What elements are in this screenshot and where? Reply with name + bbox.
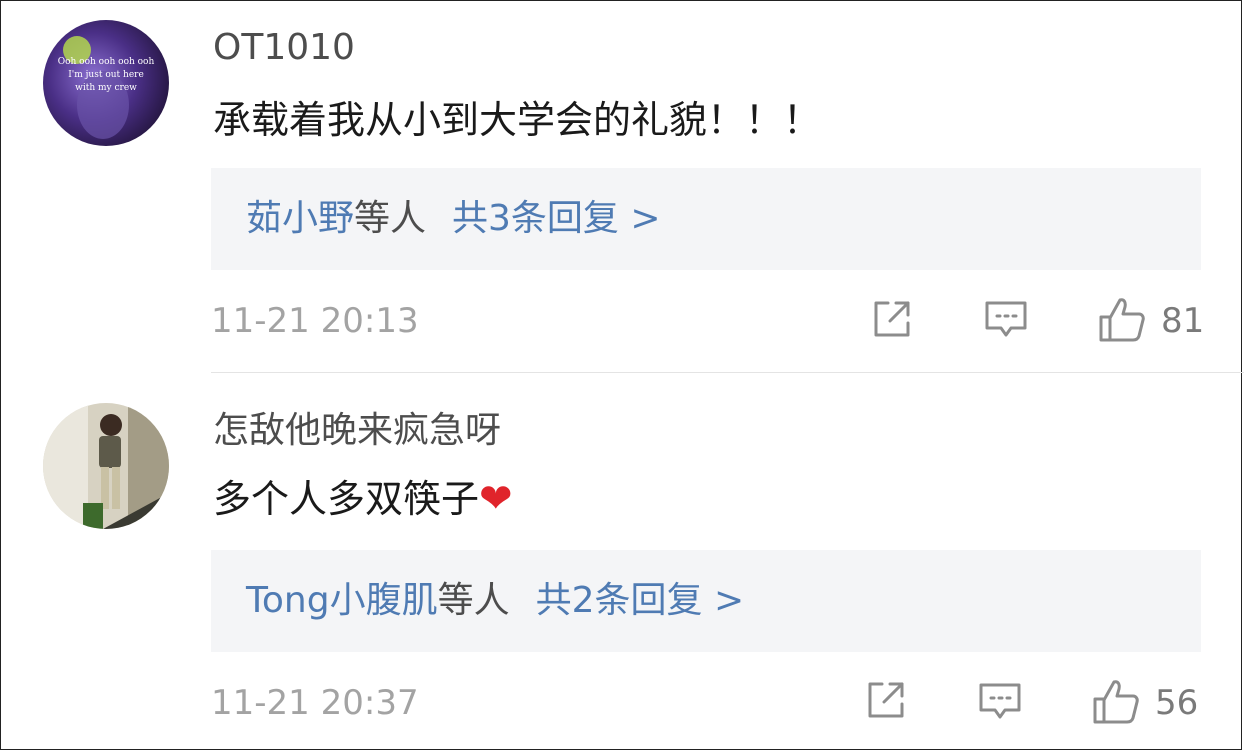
username[interactable]: OT1010 [213,25,355,71]
avatar-caption-line: Ooh ooh ooh ooh ooh [57,57,155,67]
reply-names[interactable]: Tong小腹肌 [246,580,438,621]
reply-suffix: 等人 [437,580,510,621]
comment-icon[interactable] [978,680,1022,724]
comment-icon[interactable] [984,298,1028,342]
comment-item: Ooh ooh ooh ooh ooh I'm just out here wi… [0,0,1244,372]
comment-text-body: 多个人多双筷子 [213,477,480,521]
avatar-caption-line: with my crew [75,83,137,93]
avatar[interactable] [43,403,169,529]
comment-item: 怎敌他晚来疯急呀 多个人多双筷子❤ Tong小腹肌等人 共2条回复 > 11-21… [0,373,1244,752]
username[interactable]: 怎敌他晚来疯急呀 [213,408,501,454]
share-icon[interactable] [871,298,913,340]
reply-count-link[interactable]: 共2条回复 > [536,580,745,621]
comment-text: 承载着我从小到大学会的礼貌！！！ [213,98,822,142]
timestamp: 11-21 20:13 [211,301,419,341]
heart-emoji: ❤ [479,476,513,522]
avatar[interactable]: Ooh ooh ooh ooh ooh I'm just out here wi… [43,20,169,146]
thumbs-up-icon[interactable] [1098,296,1146,344]
timestamp: 11-21 20:37 [211,683,419,723]
like-count: 56 [1155,683,1199,723]
reply-preview[interactable]: Tong小腹肌等人 共2条回复 > [211,550,1201,652]
avatar-caption-line: I'm just out here [68,70,144,80]
comment-text: 多个人多双筷子❤ [213,474,513,524]
reply-suffix: 等人 [354,198,427,239]
share-icon[interactable] [865,679,907,721]
reply-count-link[interactable]: 共3条回复 > [452,198,661,239]
reply-preview[interactable]: 茹小野等人 共3条回复 > [211,168,1201,270]
thumbs-up-icon[interactable] [1092,678,1140,726]
like-count: 81 [1161,301,1205,341]
reply-names[interactable]: 茹小野 [246,198,354,239]
